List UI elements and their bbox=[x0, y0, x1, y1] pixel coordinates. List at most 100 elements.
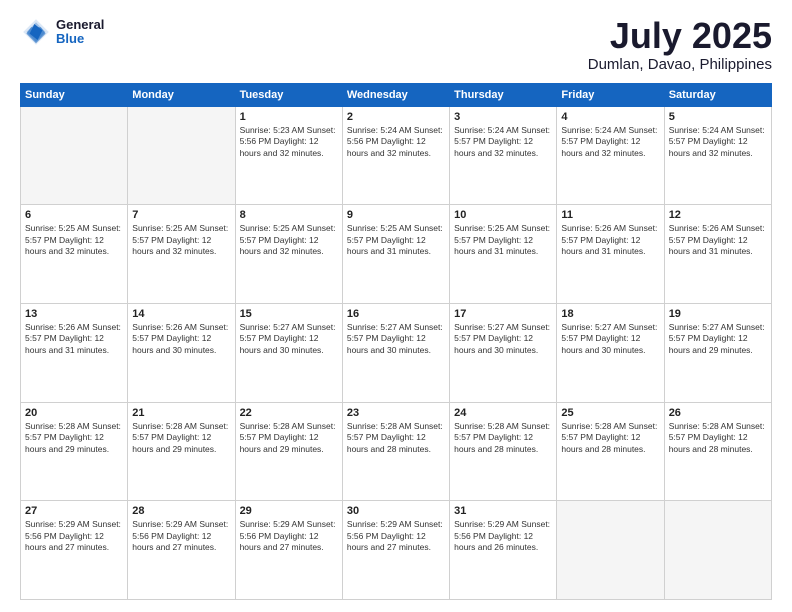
day-number: 26 bbox=[669, 407, 767, 419]
day-number: 4 bbox=[561, 111, 659, 123]
table-row: 22 Sunrise: 5:28 AM Sunset: 5:57 PM Dayli… bbox=[235, 402, 342, 501]
day-number: 3 bbox=[454, 111, 552, 123]
table-row: 27 Sunrise: 5:29 AM Sunset: 5:56 PM Dayli… bbox=[21, 501, 128, 600]
day-info: Sunrise: 5:28 AM Sunset: 5:57 PM Dayligh… bbox=[561, 421, 659, 455]
day-info: Sunrise: 5:29 AM Sunset: 5:56 PM Dayligh… bbox=[347, 519, 445, 553]
logo-general: General bbox=[56, 18, 104, 32]
day-number: 31 bbox=[454, 505, 552, 517]
calendar-header-row: Sunday Monday Tuesday Wednesday Thursday… bbox=[21, 83, 772, 106]
table-row: 12 Sunrise: 5:26 AM Sunset: 5:57 PM Dayli… bbox=[664, 205, 771, 304]
day-info: Sunrise: 5:24 AM Sunset: 5:57 PM Dayligh… bbox=[669, 125, 767, 159]
col-wednesday: Wednesday bbox=[342, 83, 449, 106]
day-info: Sunrise: 5:29 AM Sunset: 5:56 PM Dayligh… bbox=[454, 519, 552, 553]
calendar-table: Sunday Monday Tuesday Wednesday Thursday… bbox=[20, 83, 772, 600]
col-friday: Friday bbox=[557, 83, 664, 106]
day-info: Sunrise: 5:28 AM Sunset: 5:57 PM Dayligh… bbox=[669, 421, 767, 455]
page: General Blue July 2025 Dumlan, Davao, Ph… bbox=[0, 0, 792, 612]
table-row bbox=[557, 501, 664, 600]
day-number: 25 bbox=[561, 407, 659, 419]
day-number: 15 bbox=[240, 308, 338, 320]
day-info: Sunrise: 5:24 AM Sunset: 5:57 PM Dayligh… bbox=[561, 125, 659, 159]
table-row: 17 Sunrise: 5:27 AM Sunset: 5:57 PM Dayli… bbox=[450, 303, 557, 402]
header: General Blue July 2025 Dumlan, Davao, Ph… bbox=[20, 16, 772, 73]
day-number: 16 bbox=[347, 308, 445, 320]
logo-blue: Blue bbox=[56, 32, 104, 46]
day-info: Sunrise: 5:28 AM Sunset: 5:57 PM Dayligh… bbox=[240, 421, 338, 455]
day-info: Sunrise: 5:29 AM Sunset: 5:56 PM Dayligh… bbox=[25, 519, 123, 553]
day-number: 11 bbox=[561, 209, 659, 221]
day-number: 14 bbox=[132, 308, 230, 320]
table-row: 10 Sunrise: 5:25 AM Sunset: 5:57 PM Dayli… bbox=[450, 205, 557, 304]
day-number: 19 bbox=[669, 308, 767, 320]
calendar-title: July 2025 bbox=[588, 16, 772, 56]
day-number: 9 bbox=[347, 209, 445, 221]
calendar-week-2: 13Sunrise: 5:26 AM Sunset: 5:57 PM Dayli… bbox=[21, 303, 772, 402]
day-number: 20 bbox=[25, 407, 123, 419]
table-row bbox=[21, 106, 128, 205]
table-row: 14Sunrise: 5:26 AM Sunset: 5:57 PM Dayli… bbox=[128, 303, 235, 402]
table-row bbox=[128, 106, 235, 205]
day-number: 1 bbox=[240, 111, 338, 123]
logo-icon bbox=[20, 16, 52, 48]
day-number: 8 bbox=[240, 209, 338, 221]
table-row: 18 Sunrise: 5:27 AM Sunset: 5:57 PM Dayli… bbox=[557, 303, 664, 402]
day-number: 12 bbox=[669, 209, 767, 221]
table-row: 31 Sunrise: 5:29 AM Sunset: 5:56 PM Dayli… bbox=[450, 501, 557, 600]
table-row: 25 Sunrise: 5:28 AM Sunset: 5:57 PM Dayli… bbox=[557, 402, 664, 501]
day-info: Sunrise: 5:25 AM Sunset: 5:57 PM Dayligh… bbox=[454, 223, 552, 257]
table-row: 28 Sunrise: 5:29 AM Sunset: 5:56 PM Dayli… bbox=[128, 501, 235, 600]
day-number: 24 bbox=[454, 407, 552, 419]
col-thursday: Thursday bbox=[450, 83, 557, 106]
day-number: 22 bbox=[240, 407, 338, 419]
day-info: Sunrise: 5:27 AM Sunset: 5:57 PM Dayligh… bbox=[347, 322, 445, 356]
logo: General Blue bbox=[20, 16, 104, 48]
day-number: 28 bbox=[132, 505, 230, 517]
day-info: Sunrise: 5:25 AM Sunset: 5:57 PM Dayligh… bbox=[347, 223, 445, 257]
day-info: Sunrise: 5:27 AM Sunset: 5:57 PM Dayligh… bbox=[561, 322, 659, 356]
table-row: 13Sunrise: 5:26 AM Sunset: 5:57 PM Dayli… bbox=[21, 303, 128, 402]
day-info: Sunrise: 5:29 AM Sunset: 5:56 PM Dayligh… bbox=[132, 519, 230, 553]
day-info: Sunrise: 5:28 AM Sunset: 5:57 PM Dayligh… bbox=[132, 421, 230, 455]
logo-text: General Blue bbox=[56, 18, 104, 47]
table-row: 8Sunrise: 5:25 AM Sunset: 5:57 PM Daylig… bbox=[235, 205, 342, 304]
day-number: 2 bbox=[347, 111, 445, 123]
calendar-week-0: 1Sunrise: 5:23 AM Sunset: 5:56 PM Daylig… bbox=[21, 106, 772, 205]
table-row: 30 Sunrise: 5:29 AM Sunset: 5:56 PM Dayli… bbox=[342, 501, 449, 600]
day-info: Sunrise: 5:26 AM Sunset: 5:57 PM Dayligh… bbox=[669, 223, 767, 257]
table-row: 7Sunrise: 5:25 AM Sunset: 5:57 PM Daylig… bbox=[128, 205, 235, 304]
day-info: Sunrise: 5:27 AM Sunset: 5:57 PM Dayligh… bbox=[669, 322, 767, 356]
table-row bbox=[664, 501, 771, 600]
day-number: 10 bbox=[454, 209, 552, 221]
table-row: 9 Sunrise: 5:25 AM Sunset: 5:57 PM Daylig… bbox=[342, 205, 449, 304]
day-number: 18 bbox=[561, 308, 659, 320]
calendar-week-4: 27 Sunrise: 5:29 AM Sunset: 5:56 PM Dayli… bbox=[21, 501, 772, 600]
day-info: Sunrise: 5:24 AM Sunset: 5:57 PM Dayligh… bbox=[454, 125, 552, 159]
table-row: 4 Sunrise: 5:24 AM Sunset: 5:57 PM Daylig… bbox=[557, 106, 664, 205]
col-saturday: Saturday bbox=[664, 83, 771, 106]
day-number: 13 bbox=[25, 308, 123, 320]
table-row: 1Sunrise: 5:23 AM Sunset: 5:56 PM Daylig… bbox=[235, 106, 342, 205]
calendar-week-3: 20 Sunrise: 5:28 AM Sunset: 5:57 PM Dayli… bbox=[21, 402, 772, 501]
col-monday: Monday bbox=[128, 83, 235, 106]
day-number: 23 bbox=[347, 407, 445, 419]
day-info: Sunrise: 5:27 AM Sunset: 5:57 PM Dayligh… bbox=[454, 322, 552, 356]
table-row: 3 Sunrise: 5:24 AM Sunset: 5:57 PM Daylig… bbox=[450, 106, 557, 205]
day-info: Sunrise: 5:28 AM Sunset: 5:57 PM Dayligh… bbox=[25, 421, 123, 455]
table-row: 5Sunrise: 5:24 AM Sunset: 5:57 PM Daylig… bbox=[664, 106, 771, 205]
table-row: 29 Sunrise: 5:29 AM Sunset: 5:56 PM Dayli… bbox=[235, 501, 342, 600]
table-row: 6Sunrise: 5:25 AM Sunset: 5:57 PM Daylig… bbox=[21, 205, 128, 304]
day-info: Sunrise: 5:27 AM Sunset: 5:57 PM Dayligh… bbox=[240, 322, 338, 356]
day-info: Sunrise: 5:26 AM Sunset: 5:57 PM Dayligh… bbox=[561, 223, 659, 257]
day-number: 30 bbox=[347, 505, 445, 517]
table-row: 11 Sunrise: 5:26 AM Sunset: 5:57 PM Dayli… bbox=[557, 205, 664, 304]
day-number: 27 bbox=[25, 505, 123, 517]
table-row: 19 Sunrise: 5:27 AM Sunset: 5:57 PM Dayli… bbox=[664, 303, 771, 402]
day-info: Sunrise: 5:29 AM Sunset: 5:56 PM Dayligh… bbox=[240, 519, 338, 553]
table-row: 16 Sunrise: 5:27 AM Sunset: 5:57 PM Dayli… bbox=[342, 303, 449, 402]
day-number: 29 bbox=[240, 505, 338, 517]
day-number: 6 bbox=[25, 209, 123, 221]
table-row: 23Sunrise: 5:28 AM Sunset: 5:57 PM Dayli… bbox=[342, 402, 449, 501]
day-number: 17 bbox=[454, 308, 552, 320]
calendar-week-1: 6 Sunrise: 5:25 AM Sunset: 5:57 PM Daylig… bbox=[21, 205, 772, 304]
table-row: 21Sunrise: 5:28 AM Sunset: 5:57 PM Dayli… bbox=[128, 402, 235, 501]
